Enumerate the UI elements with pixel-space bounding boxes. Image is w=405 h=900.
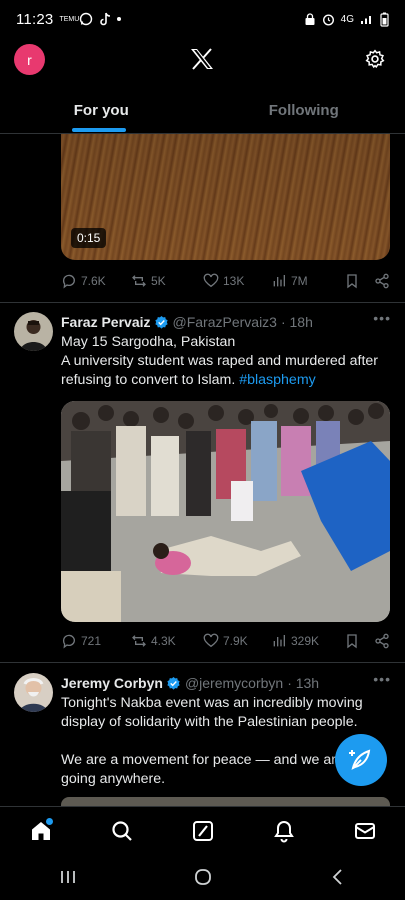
- more-options-icon[interactable]: •••: [373, 671, 391, 687]
- heart-icon: [203, 273, 219, 288]
- author-name[interactable]: Jeremy Corbyn: [61, 675, 163, 691]
- tweet-body: A university student was raped and murde…: [61, 353, 379, 388]
- video-media[interactable]: 0:15: [61, 134, 390, 260]
- author-name[interactable]: Faraz Pervaiz: [61, 314, 151, 330]
- views-count: 329K: [291, 634, 320, 648]
- compose-button[interactable]: [335, 734, 387, 786]
- repost-button[interactable]: 5K: [131, 273, 203, 289]
- views-button[interactable]: 329K: [271, 633, 343, 649]
- x-logo-icon: [191, 48, 213, 70]
- home-circle-icon[interactable]: [192, 866, 214, 888]
- views-button[interactable]: 7M: [271, 273, 343, 289]
- like-count: 13K: [223, 274, 245, 288]
- repost-icon: [132, 275, 146, 287]
- tweet-header: Jeremy Corbyn @jeremycorbyn · 13h •••: [61, 671, 391, 693]
- grok-icon: [192, 820, 213, 841]
- bottom-nav: [0, 806, 405, 854]
- header-divider: [0, 133, 405, 134]
- tweet-line: May 15 Sargodha, Pakistan: [61, 334, 236, 350]
- recents-icon[interactable]: [57, 866, 79, 888]
- new-posts-dot: [45, 817, 53, 825]
- signal-icon: [361, 16, 371, 24]
- tweet-text: May 15 Sargodha, Pakistan A university s…: [61, 333, 391, 390]
- views-icon: [273, 275, 285, 287]
- verified-badge-icon: [154, 315, 168, 329]
- video-tweet-actions: 7.6K 5K 13K 7M: [61, 269, 390, 293]
- reply-icon: [62, 634, 75, 649]
- avatar[interactable]: [14, 673, 53, 712]
- messages-icon: [354, 822, 375, 839]
- reply-count: 7.6K: [81, 274, 106, 288]
- tweet-line: A university student was raped and murde…: [61, 352, 391, 390]
- tweet1-actions: 721 4.3K 7.9K 329K: [61, 629, 390, 653]
- reply-icon: [62, 274, 75, 289]
- repost-count: 4.3K: [151, 634, 176, 648]
- timeline-tabs: For you Following: [0, 86, 405, 134]
- battery-icon: [380, 12, 389, 27]
- nav-grok[interactable]: [183, 811, 223, 851]
- whatsapp-icon: [80, 12, 93, 26]
- nav-notifications[interactable]: [264, 811, 304, 851]
- like-count: 7.9K: [223, 634, 248, 648]
- share-icon[interactable]: [374, 633, 390, 649]
- search-icon: [111, 820, 132, 841]
- tab-for-you[interactable]: For you: [0, 86, 203, 134]
- tweet-header: Faraz Pervaiz @FarazPervaiz3 · 18h •••: [61, 310, 391, 332]
- lock-status-icon: [305, 12, 315, 25]
- avatar[interactable]: [14, 312, 53, 351]
- gear-icon[interactable]: [365, 49, 385, 69]
- tweet-time: · 13h: [287, 675, 320, 691]
- heart-icon: [203, 633, 219, 648]
- reply-count: 721: [81, 634, 102, 648]
- author-handle[interactable]: @jeremycorbyn: [185, 675, 283, 691]
- temu-badge: TEMU: [59, 15, 80, 23]
- nav-search[interactable]: [102, 811, 142, 851]
- repost-button[interactable]: 4.3K: [131, 633, 203, 649]
- views-icon: [273, 635, 285, 647]
- hashtag-link[interactable]: #blasphemy: [239, 372, 316, 388]
- nav-home[interactable]: [21, 811, 61, 851]
- tweet-divider: [0, 662, 405, 663]
- tweet-photo[interactable]: [61, 401, 390, 622]
- top-header: r For you Following: [0, 38, 405, 134]
- tab-following[interactable]: Following: [203, 86, 405, 134]
- verified-badge-icon: [167, 676, 180, 690]
- video-duration: 0:15: [71, 228, 107, 248]
- tiktok-icon: [100, 12, 111, 26]
- like-button[interactable]: 7.9K: [203, 633, 271, 649]
- profile-avatar-button[interactable]: r: [14, 44, 45, 75]
- nav-messages[interactable]: [345, 811, 385, 851]
- reply-button[interactable]: 721: [61, 633, 131, 649]
- tweet-divider: [0, 302, 405, 303]
- views-count: 7M: [291, 274, 308, 288]
- repost-count: 5K: [151, 274, 166, 288]
- status-time: 11:23: [16, 10, 54, 28]
- back-icon[interactable]: [327, 866, 349, 888]
- compose-feather-icon: [349, 749, 371, 770]
- tweet-time: · 18h: [280, 314, 313, 330]
- more-options-icon[interactable]: •••: [373, 310, 391, 326]
- share-icon[interactable]: [374, 273, 390, 289]
- tweet-paragraph: Tonight's Nakba event was an incredibly …: [61, 695, 363, 730]
- status-bar: 11:23 TEMU 4G: [0, 0, 405, 38]
- like-button[interactable]: 13K: [203, 273, 271, 289]
- active-tab-indicator: [72, 128, 126, 132]
- notification-dot-icon: [117, 17, 122, 21]
- notifications-icon: [273, 820, 294, 842]
- repost-icon: [132, 635, 146, 647]
- network-type: 4G: [340, 13, 354, 25]
- bookmark-icon[interactable]: [344, 273, 360, 289]
- reply-button[interactable]: 7.6K: [61, 273, 131, 289]
- alarm-icon: [322, 13, 334, 26]
- bookmark-icon[interactable]: [344, 633, 360, 649]
- author-handle[interactable]: @FarazPervaiz3: [173, 314, 277, 330]
- system-nav-bar: [0, 854, 405, 900]
